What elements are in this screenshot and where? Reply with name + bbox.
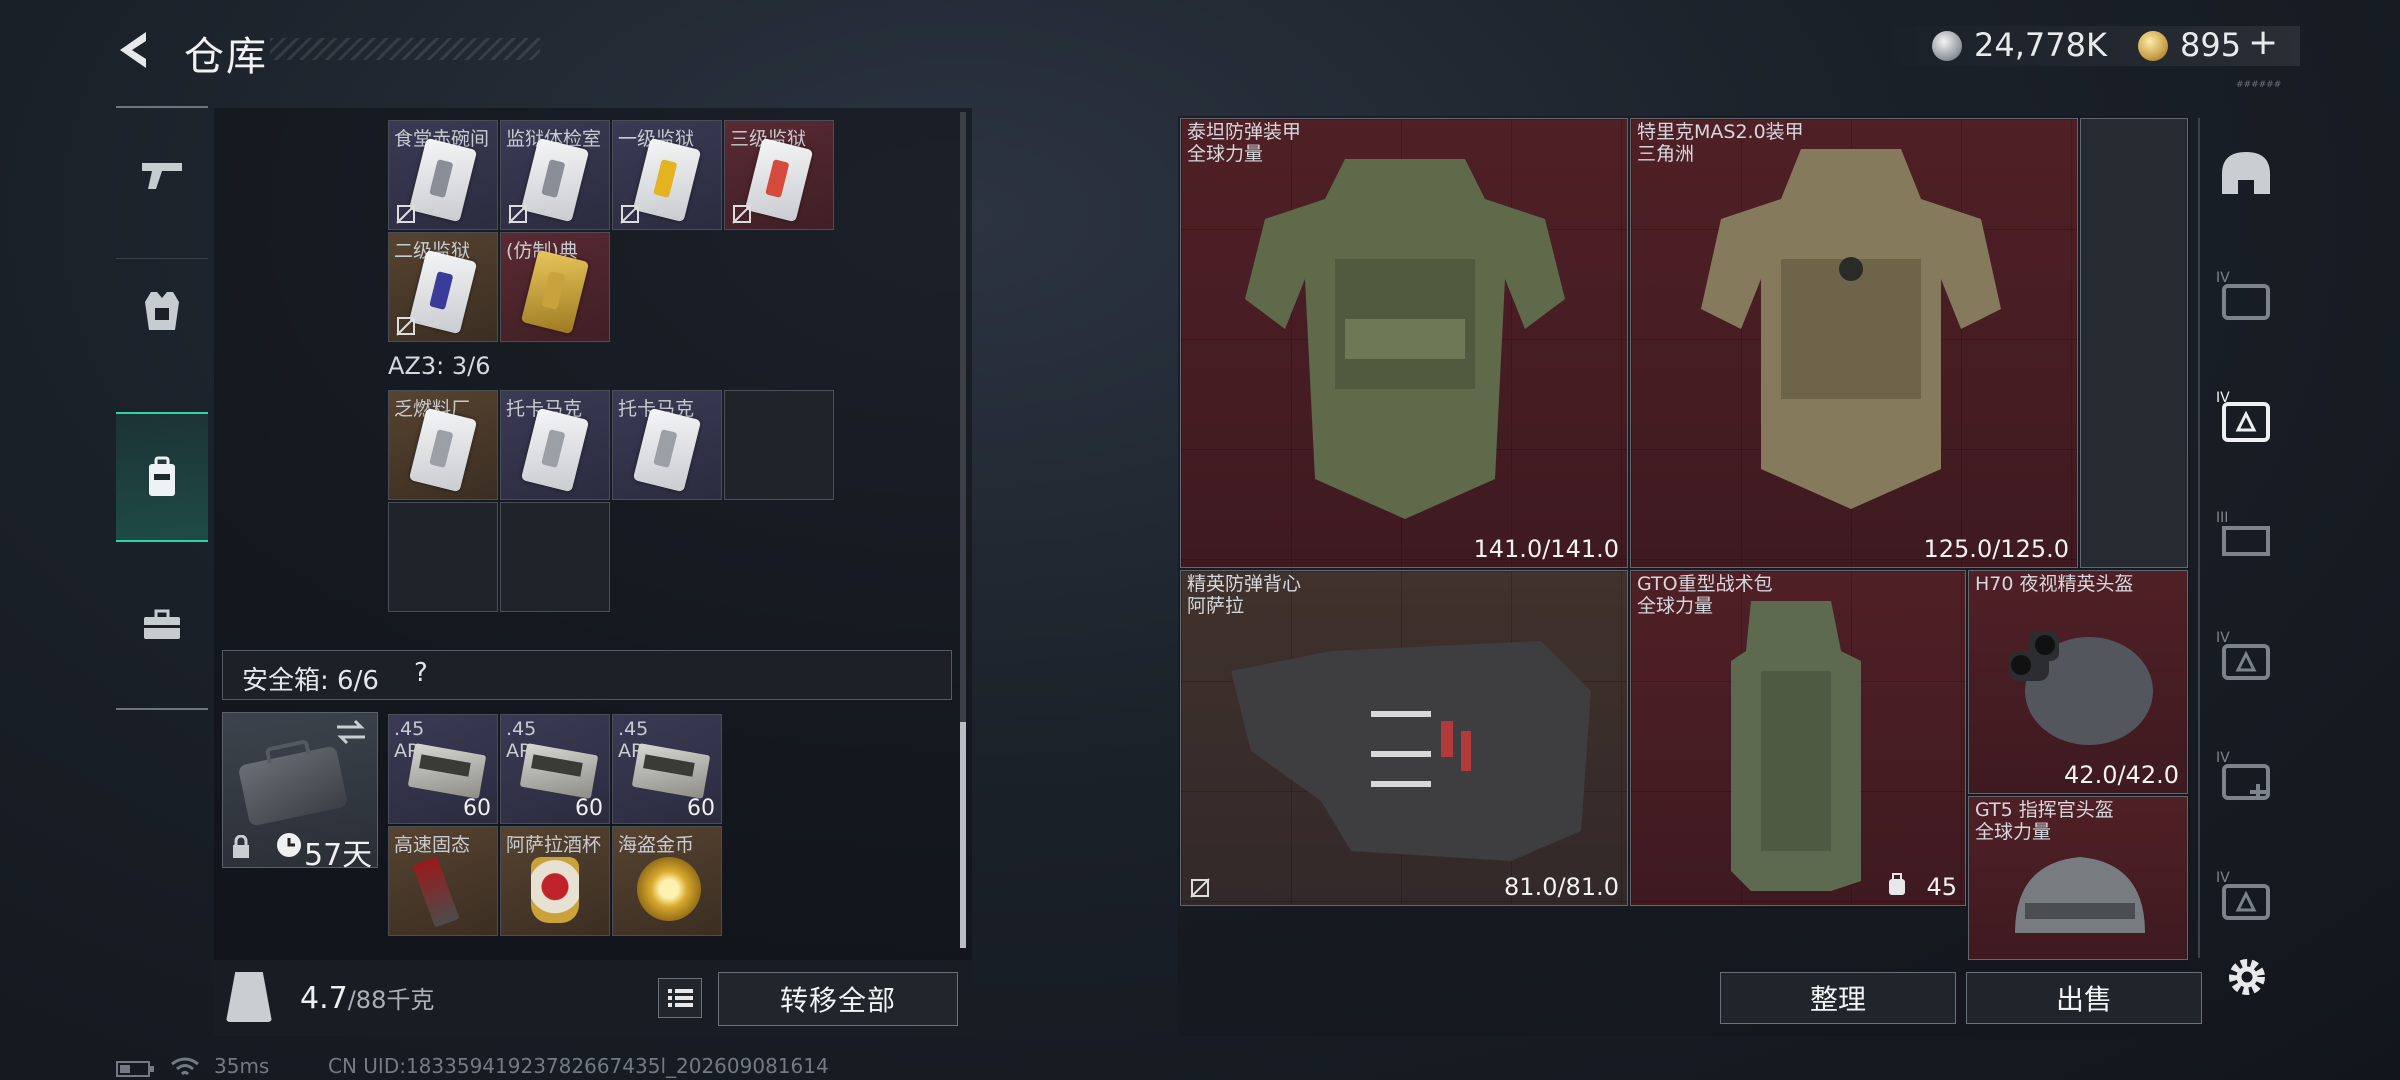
- az3-item[interactable]: 托卡马克: [500, 390, 610, 500]
- gold-coin-icon: [2138, 31, 2168, 61]
- transfer-all-button[interactable]: 转移全部: [718, 972, 958, 1026]
- level4-medkit-filter-icon[interactable]: IV: [2214, 744, 2278, 808]
- svg-text:IV: IV: [2216, 270, 2230, 286]
- svg-text:IV: IV: [2216, 630, 2230, 646]
- az3-item[interactable]: 乏燃料厂: [388, 390, 498, 500]
- az3-empty-slot[interactable]: [724, 390, 834, 500]
- backpack-icon: [1731, 601, 1861, 891]
- az3-empty-slot[interactable]: [388, 502, 498, 612]
- gold-coin-icon: [637, 857, 701, 921]
- chest-rig-icon: [1231, 641, 1591, 861]
- valuable-item[interactable]: 海盗金币: [612, 826, 722, 936]
- level4-case-filter-icon[interactable]: IV: [2214, 624, 2278, 688]
- back-arrow-icon[interactable]: [112, 28, 156, 72]
- toolbox-icon: [144, 609, 180, 639]
- ammo-box-icon: [519, 743, 599, 799]
- level4-armor-filter-icon[interactable]: IV: [2214, 264, 2278, 328]
- nav-weapons[interactable]: [116, 110, 208, 240]
- page-title: 仓库: [184, 34, 268, 80]
- ammo-item[interactable]: .45 AP 60: [612, 714, 722, 824]
- clock-icon: [277, 833, 301, 857]
- swap-icon[interactable]: [335, 719, 367, 745]
- goblet-icon: [531, 857, 579, 923]
- ammo-box-icon: [631, 743, 711, 799]
- helmet-filter-icon[interactable]: [2214, 144, 2278, 208]
- stash-item[interactable]: (仿制)典: [500, 232, 610, 342]
- az3-item[interactable]: 托卡马克: [612, 390, 722, 500]
- list-view-button[interactable]: [658, 978, 702, 1018]
- nav-backpack[interactable]: [116, 412, 208, 542]
- nav-gear[interactable]: [116, 246, 208, 376]
- svg-text:III: III: [2216, 510, 2228, 526]
- level3-rig-filter-icon[interactable]: III: [2214, 504, 2278, 568]
- body-armor-icon: [1701, 149, 2001, 509]
- az3-empty-slot[interactable]: [500, 502, 610, 612]
- armor-vest-icon: [145, 292, 179, 330]
- empty-slot[interactable]: [2080, 118, 2188, 568]
- lock-icon: [233, 835, 249, 858]
- capacity-icon: [1889, 873, 1905, 895]
- sell-button[interactable]: 出售: [1966, 972, 2202, 1024]
- stash-item[interactable]: 监狱体检室: [500, 120, 610, 230]
- weight-text: 4.7/88千克: [300, 981, 435, 1016]
- stash-item[interactable]: 二级监狱: [388, 232, 498, 342]
- no-insure-icon: [508, 204, 528, 224]
- version-text: ######: [2236, 80, 2282, 90]
- briefcase-icon: [237, 745, 349, 827]
- valuable-item[interactable]: 阿萨拉酒杯: [500, 826, 610, 936]
- uid-text: CN UID:18335941923782667435l_20260908161…: [328, 1054, 829, 1078]
- valuable-item[interactable]: 高速固态: [388, 826, 498, 936]
- help-icon[interactable]: ?: [414, 658, 428, 688]
- ammo-box-icon: [407, 743, 487, 799]
- az3-container-label: AZ3: 3/6: [388, 352, 491, 380]
- backpack-icon: [149, 456, 175, 496]
- helmet-icon: [2015, 857, 2145, 933]
- list-icon: [668, 989, 693, 1007]
- no-insure-icon: [396, 204, 416, 224]
- equipment-slot-helmet[interactable]: H70 夜视精英头盔 42.0/42.0: [1968, 570, 2188, 794]
- add-gold-button[interactable]: +: [2248, 22, 2278, 63]
- level4-vest-filter-icon[interactable]: IV: [2214, 384, 2278, 448]
- wifi-icon: [171, 1057, 199, 1076]
- no-insure-icon: [620, 204, 640, 224]
- stash-scrollbar[interactable]: [960, 112, 966, 948]
- silver-currency: 24,778K: [1974, 26, 2107, 64]
- left-category-nav: [116, 106, 208, 710]
- nav-case[interactable]: [116, 560, 208, 690]
- stash-item[interactable]: 食堂赤碗间: [388, 120, 498, 230]
- safe-box-days-remaining: 57天: [304, 838, 373, 873]
- equipment-slot-armor[interactable]: 泰坦防弹装甲 全球力量 141.0/141.0: [1180, 118, 1628, 568]
- nvg-helmet-icon: [2009, 631, 2153, 745]
- pistol-icon: [142, 163, 182, 189]
- svg-text:IV: IV: [2216, 750, 2230, 766]
- equipment-slot-armor-2[interactable]: 特里克MAS2.0装甲 三角洲 125.0/125.0: [1630, 118, 2078, 568]
- battery-icon: [116, 1061, 154, 1077]
- ammo-item[interactable]: .45 AP 60: [388, 714, 498, 824]
- no-insure-icon: [1190, 878, 1210, 898]
- title-decoration: [270, 38, 540, 60]
- ssd-icon: [412, 856, 460, 928]
- equipment-slot-helmet-2[interactable]: GT5 指挥官头盔 全球力量: [1968, 796, 2188, 960]
- equipment-slot-backpack[interactable]: GTO重型战术包 全球力量 45: [1630, 570, 1966, 906]
- ping-text: 35ms: [214, 1054, 270, 1078]
- svg-text:IV: IV: [2216, 870, 2230, 886]
- ammo-item[interactable]: .45 AP 60: [500, 714, 610, 824]
- sort-button[interactable]: 整理: [1720, 972, 1956, 1024]
- stash-item[interactable]: 三级监狱: [724, 120, 834, 230]
- gear-icon[interactable]: [2222, 952, 2272, 1002]
- right-filter-nav: IV IV III IV IV IV: [2198, 118, 2296, 958]
- gold-currency: 895: [2180, 26, 2242, 64]
- no-insure-icon: [396, 316, 416, 336]
- stash-item[interactable]: 一级监狱: [612, 120, 722, 230]
- equipment-slot-vest[interactable]: 精英防弹背心 阿萨拉 81.0/81.0: [1180, 570, 1628, 906]
- no-insure-icon: [732, 204, 752, 224]
- silver-coin-icon: [1932, 31, 1962, 61]
- body-armor-icon: [1245, 159, 1565, 519]
- level4-misc-filter-icon[interactable]: IV: [2214, 864, 2278, 928]
- safe-box-label: 安全箱: 6/6: [242, 666, 379, 696]
